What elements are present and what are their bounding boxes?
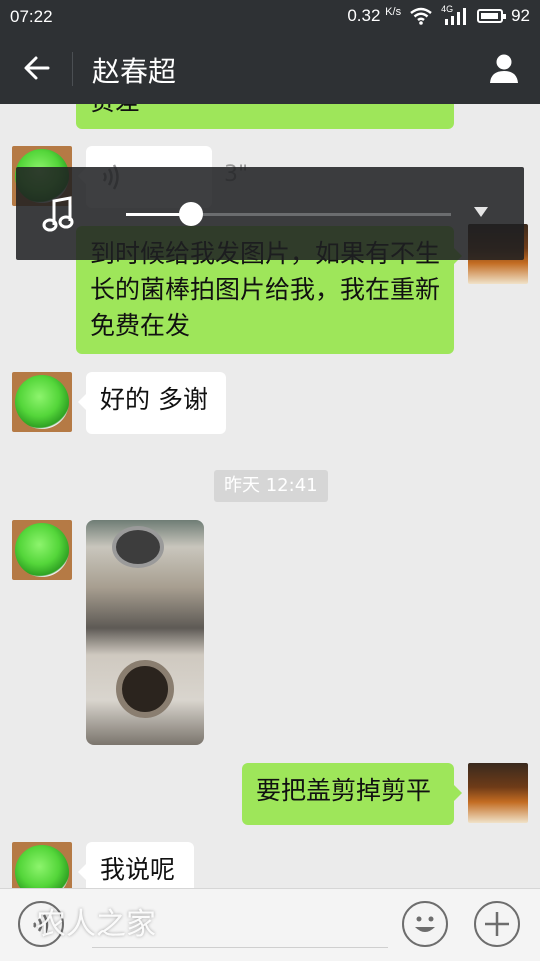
playback-slider-handle[interactable] (179, 202, 203, 226)
network-speed-unit: K/s (385, 6, 402, 18)
contact-avatar[interactable] (12, 520, 72, 580)
status-right: 0.32 K/s 4G 92 (347, 4, 530, 26)
back-arrow-icon[interactable] (20, 51, 54, 85)
received-message-text: 我说呢 (100, 855, 176, 884)
collapse-dropdown-icon[interactable] (474, 207, 488, 217)
profile-icon[interactable] (488, 52, 520, 84)
sent-message[interactable]: 要把盖剪掉剪平 (242, 763, 462, 825)
wifi-icon (410, 7, 432, 25)
music-note-icon (42, 196, 74, 232)
contact-avatar[interactable] (12, 372, 72, 432)
more-options-button[interactable] (474, 901, 520, 947)
status-bar: 07:22 0.32 K/s 4G 92 (0, 0, 540, 34)
user-avatar[interactable] (468, 763, 528, 823)
image-message[interactable] (86, 520, 204, 745)
received-message-text: 好的 多谢 (100, 385, 208, 414)
header-divider (72, 52, 73, 86)
partial-message-text: 贵差 (90, 104, 140, 116)
battery-level: 92 (511, 6, 530, 25)
input-bar: 农人之家 (0, 888, 540, 961)
received-message[interactable]: 好的 多谢 (78, 372, 226, 434)
sent-message-partial[interactable]: 贵差 (76, 104, 454, 129)
sent-message-text: 要把盖剪掉剪平 (256, 776, 432, 805)
watermark-text: 农人之家 (36, 907, 156, 942)
plus-icon (485, 912, 509, 936)
contact-avatar[interactable] (12, 842, 72, 888)
message-timestamp: 昨天 12:41 (214, 470, 328, 502)
audio-player-overlay[interactable] (16, 167, 524, 260)
text-input-field[interactable] (92, 947, 388, 948)
signal-icon: 4G (441, 4, 469, 26)
received-message[interactable]: 我说呢 (78, 842, 194, 888)
status-time: 07:22 (10, 7, 53, 26)
contact-name: 赵春超 (92, 55, 177, 88)
battery-icon (477, 9, 507, 23)
playback-progress-track[interactable] (126, 202, 451, 226)
network-speed: 0.32 K/s (347, 6, 401, 26)
emoji-button[interactable] (402, 901, 448, 947)
smiley-icon (415, 916, 435, 932)
chat-header: 赵春超 (0, 34, 540, 104)
network-speed-value: 0.32 (347, 6, 381, 25)
